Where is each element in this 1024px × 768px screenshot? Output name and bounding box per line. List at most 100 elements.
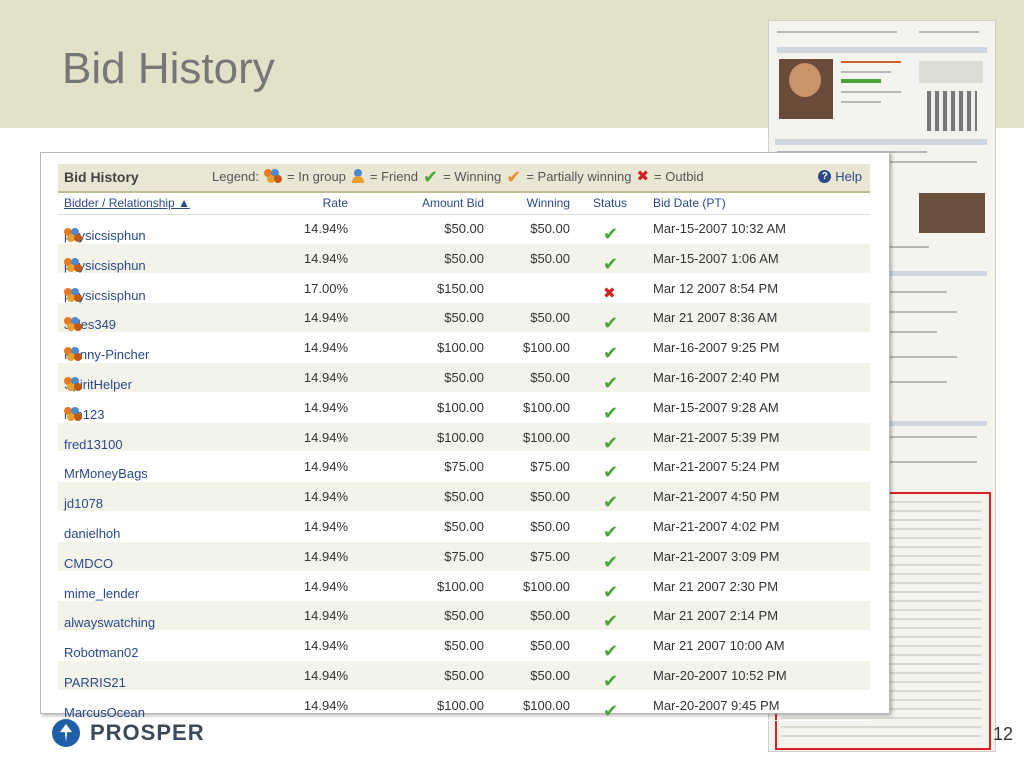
bidder-name[interactable]: CMDCO [64,556,113,571]
rate-cell: 14.94% [303,489,348,505]
check-icon: ✔ [603,343,619,364]
rate-cell: 14.94% [303,221,348,236]
prosper-logo-icon [52,719,80,747]
rate-cell: 14.94% [303,250,348,266]
col-bidder[interactable]: Bidder / Relationship ▲ [64,196,190,210]
check-icon: ✔ [422,166,439,187]
table-row: fred13100 14.94% $100.00 $100.00 ✔ Mar-21-200… [58,422,870,453]
rate-cell: 14.94% [303,459,348,475]
rate-cell: 14.94% [303,697,348,713]
legend-in-group: = In group [287,169,346,184]
rate-cell: 14.94% [303,608,348,624]
table-row: Penny-Pincher 14.94% $100.00 $100.00 ✔ Mar-16… [58,333,870,363]
bidder-name[interactable]: mime_lender [64,586,139,601]
table-row: mime_lender 14.94% $100.00 $100.00 ✔ Mar 21 2… [58,572,870,602]
table-row: physicsisphun 14.94% $50.00 $50.00 ✔ Mar-15-2… [58,214,870,244]
bidder-name[interactable]: Robotman02 [64,645,138,660]
table-row: rbh123 14.94% $100.00 $100.00 ✔ Mar-15-2007 9… [58,393,870,423]
group-icon [64,376,82,392]
check-icon: ✔ [603,492,619,513]
rate-cell: 14.94% [303,369,348,385]
table-row: jd1078 14.94% $50.00 $50.00 ✔ Mar-21-2007 4:5… [58,482,870,512]
legend-outbid: = Outbid [654,169,704,184]
bid-date-cell: Mar-21-2007 3:09 PM [653,548,780,564]
table-row: SpiritHelper 14.94% $50.00 $50.00 ✔ Mar-16-20… [58,362,870,393]
check-icon: ✔ [603,670,619,691]
winning-cell: $50.00 [530,667,570,683]
bid-date-cell: Mar 12 2007 8:54 PM [653,280,779,296]
bid-date-cell: Mar-15-2007 1:06 AM [653,250,779,266]
col-winning[interactable]: Winning [527,196,570,210]
col-amount-bid[interactable]: Amount Bid [422,196,484,210]
bidder-name[interactable]: MarcusOcean [64,705,145,720]
group-icon [64,228,82,243]
group-icon [264,169,282,184]
amount-bid-cell: $50.00 [444,489,484,505]
col-bid-date[interactable]: Bid Date (PT) [653,196,726,210]
bid-date-cell: Mar-21-2007 5:24 PM [653,459,780,475]
bid-date-cell: Mar-16-2007 2:40 PM [653,369,780,385]
bid-date-cell: Mar-16-2007 9:25 PM [653,340,780,356]
amount-bid-cell: $50.00 [444,250,484,266]
amount-bid-cell: $50.00 [444,310,484,326]
bid-date-cell: Mar 21 2007 2:30 PM [653,578,779,594]
winning-cell: $50.00 [530,221,570,236]
bid-date-cell: Mar-21-2007 4:02 PM [653,518,780,534]
bid-date-cell: Mar-15-2007 10:32 AM [653,221,786,236]
table-row: physicsisphun 17.00% $150.00 ✖ Mar 12 2007 8… [58,274,870,304]
bidder-name[interactable]: fred13100 [64,437,123,452]
bid-history-header: Bid History Legend: = In group = Friend … [58,164,870,193]
legend-partially-winning: = Partially winning [526,169,632,184]
brand-name: PROSPER [90,720,205,745]
rate-cell: 14.94% [303,429,348,445]
table-row: physicsisphun 14.94% $50.00 $50.00 ✔ Mar-15-2… [58,243,870,274]
legend-friend: = Friend [369,169,418,184]
winning-cell: $75.00 [530,548,570,564]
rate-cell: 14.94% [303,638,348,654]
bid-date-cell: Mar-20-2007 10:52 PM [653,667,787,683]
check-icon: ✔ [603,313,619,334]
amount-bid-cell: $100.00 [437,399,484,415]
group-icon [64,406,82,422]
legend: Legend: = In group = Friend ✔ = Winning … [212,166,704,187]
x-icon: ✖ [636,167,650,185]
bidder-name[interactable]: MrMoneyBags [64,466,148,481]
amount-bid-cell: $50.00 [444,518,484,534]
check-icon: ✔ [603,521,619,542]
bidder-name[interactable]: danielhoh [64,526,120,541]
winning-cell: $100.00 [523,697,570,713]
help-link[interactable]: ? Help [818,169,862,184]
amount-bid-cell: $100.00 [437,697,484,713]
check-icon: ✔ [603,432,619,453]
bidder-name[interactable]: alwayswatching [64,615,155,630]
group-icon [64,257,82,273]
winning-cell: $50.00 [530,518,570,534]
bid-date-cell: Mar-20-2007 9:45 PM [653,697,780,713]
table-row: MrMoneyBags 14.94% $75.00 $75.00 ✔ Mar-21-200… [58,452,870,483]
winning-cell: $50.00 [530,250,570,266]
bid-date-cell: Mar-21-2007 5:39 PM [653,429,780,445]
amount-bid-cell: $150.00 [437,280,484,296]
bidder-name[interactable]: jd1078 [64,496,103,511]
table-row: Jules349 14.94% $50.00 $50.00 ✔ Mar 21 2007 8… [58,303,870,334]
col-status[interactable]: Status [593,196,627,210]
amount-bid-cell: $100.00 [437,340,484,356]
table-row: alwayswatching 14.94% $50.00 $50.00 ✔ Mar 21 … [58,601,870,632]
help-icon: ? [818,170,832,183]
amount-bid-cell: $50.00 [444,369,484,385]
winning-cell: $50.00 [530,608,570,624]
check-icon: ✔ [603,581,619,602]
check-icon: ✔ [603,224,619,244]
bid-rows: physicsisphun 14.94% $50.00 $50.00 ✔ Mar-15-2… [58,214,870,721]
prosper-logo: PROSPER [52,719,205,747]
check-icon: ✔ [603,641,619,662]
check-icon: ✔ [603,372,619,393]
winning-cell: $50.00 [530,310,570,326]
bidder-name[interactable]: PARRIS21 [64,675,126,690]
legend-winning: = Winning [443,169,502,184]
amount-bid-cell: $50.00 [444,221,484,236]
table-row: Robotman02 14.94% $50.00 $50.00 ✔ Mar 21 2007… [58,631,870,661]
rate-cell: 14.94% [303,310,348,326]
col-rate[interactable]: Rate [323,196,348,210]
rate-cell: 14.94% [303,518,348,534]
